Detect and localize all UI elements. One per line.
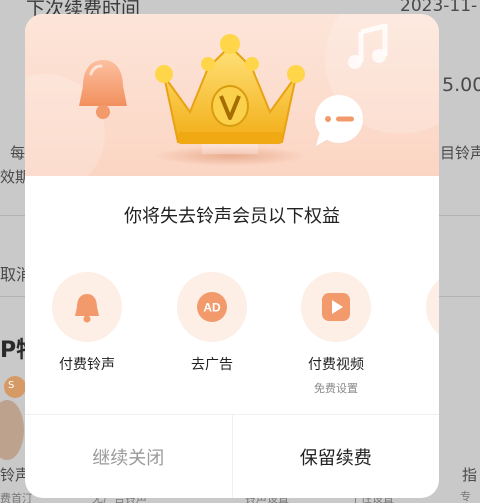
benefit-icon-circle xyxy=(52,272,122,342)
keep-renewal-button[interactable]: 保留续费 xyxy=(233,415,440,498)
benefit-sublabel: 免费设置 xyxy=(314,382,358,395)
benefit-icon-circle xyxy=(426,272,439,342)
bell-icon xyxy=(75,294,99,323)
benefit-label: 付费铃声 xyxy=(59,357,115,373)
benefit-icon-circle xyxy=(301,272,371,342)
chat-bubble-icon xyxy=(315,95,363,146)
price-value: 5.00 xyxy=(442,74,480,96)
hero-banner xyxy=(25,14,439,194)
ad-icon: AD xyxy=(197,292,227,322)
membership-cancel-dialog: 你将失去铃声会员以下权益 付费铃声 AD 去广告 付费视频 免费设置 继续关闭 … xyxy=(25,14,439,498)
music-note-icon xyxy=(348,24,388,69)
ad-badge-text: AD xyxy=(203,301,221,315)
benefit-item: AD 去广告 xyxy=(152,272,272,374)
benefit-item: 付费铃声 xyxy=(27,272,147,374)
bg-badge-letter: S xyxy=(8,380,15,391)
bell-illustration-icon xyxy=(79,60,127,119)
benefit-label: 付费视频 xyxy=(308,357,364,373)
benefit-icon-circle: AD xyxy=(177,272,247,342)
benefits-list: 付费铃声 AD 去广告 付费视频 免费设置 xyxy=(25,272,439,402)
dialog-title: 你将失去铃声会员以下权益 xyxy=(124,206,340,227)
benefit-item: 来 xyxy=(401,272,439,374)
vip-crown-icon xyxy=(154,34,306,166)
bottom-right-small: 专 xyxy=(460,490,471,503)
continue-close-button[interactable]: 继续关闭 xyxy=(25,415,233,498)
left-fragment-1: 每 xyxy=(10,144,26,162)
bg-bell-icon xyxy=(0,400,24,460)
right-fragment-1: 目铃声 xyxy=(440,144,480,162)
bottom-right-fragment: 指 xyxy=(462,466,478,484)
benefit-label: 去广告 xyxy=(191,357,233,373)
benefit-item: 付费视频 免费设置 xyxy=(276,272,396,396)
video-play-icon xyxy=(322,293,350,321)
benefit-label: 来 xyxy=(401,354,439,374)
dialog-footer: 继续关闭 保留续费 xyxy=(25,414,439,498)
